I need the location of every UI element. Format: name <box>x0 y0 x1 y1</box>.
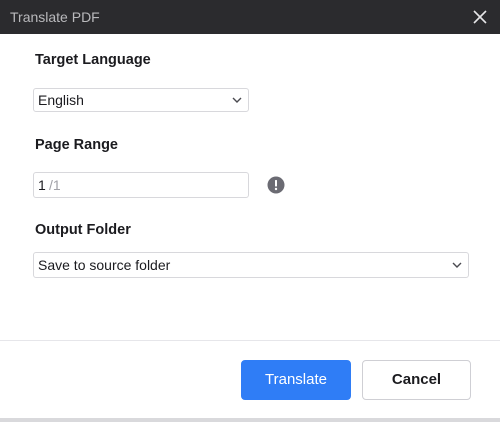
translate-pdf-dialog: Translate PDF Target Language English Pa… <box>0 0 500 422</box>
page-range-label: Page Range <box>35 137 118 153</box>
output-folder-value: Save to source folder <box>38 257 171 273</box>
chevron-down-icon <box>232 97 242 103</box>
bottom-edge <box>0 418 500 422</box>
target-language-label: Target Language <box>35 52 151 68</box>
page-range-input[interactable]: 1 /1 <box>33 172 249 198</box>
footer-divider <box>0 340 500 341</box>
title-bar: Translate PDF <box>0 0 500 34</box>
info-icon[interactable] <box>267 176 285 194</box>
page-range-total: /1 <box>49 177 61 193</box>
translate-button[interactable]: Translate <box>241 360 351 400</box>
output-folder-label: Output Folder <box>35 222 131 238</box>
chevron-down-icon <box>452 262 462 268</box>
target-language-select[interactable]: English <box>33 88 249 112</box>
cancel-button[interactable]: Cancel <box>362 360 471 400</box>
dialog-title: Translate PDF <box>10 9 100 25</box>
close-button[interactable] <box>468 5 492 29</box>
page-range-value: 1 <box>38 177 46 193</box>
close-icon <box>473 10 487 24</box>
target-language-value: English <box>38 92 84 108</box>
output-folder-select[interactable]: Save to source folder <box>33 252 469 278</box>
